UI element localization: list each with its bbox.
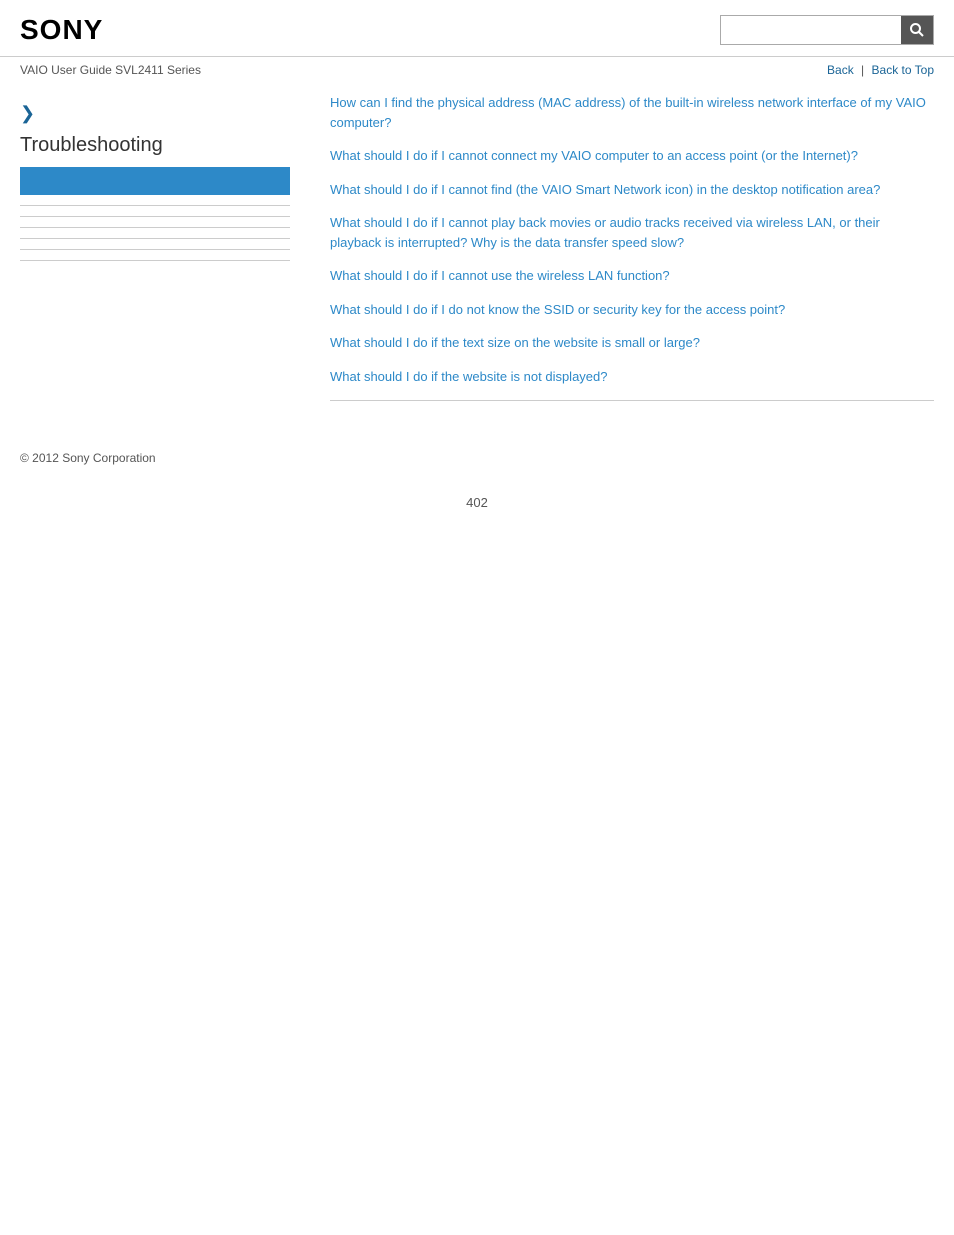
page-header: SONY <box>0 0 954 57</box>
page-number: 402 <box>0 475 954 530</box>
search-box <box>720 15 934 45</box>
nav-links: Back | Back to Top <box>827 63 934 77</box>
main-content: How can I find the physical address (MAC… <box>310 93 934 411</box>
sidebar-divider-5 <box>20 249 290 250</box>
sidebar-title: Troubleshooting <box>20 134 290 157</box>
sidebar-divider-6 <box>20 260 290 261</box>
link-item-2[interactable]: What should I do if I cannot find (the V… <box>330 180 934 200</box>
back-to-top-link[interactable]: Back to Top <box>872 63 934 77</box>
copyright: © 2012 Sony Corporation <box>0 431 954 475</box>
nav-bar: VAIO User Guide SVL2411 Series Back | Ba… <box>0 57 954 83</box>
page-content: ❯ Troubleshooting How can I find the phy… <box>0 83 954 431</box>
link-item-1[interactable]: What should I do if I cannot connect my … <box>330 146 934 166</box>
search-input[interactable] <box>721 16 901 44</box>
sidebar-divider-4 <box>20 238 290 239</box>
link-item-0[interactable]: How can I find the physical address (MAC… <box>330 93 934 132</box>
guide-title: VAIO User Guide SVL2411 Series <box>20 63 201 77</box>
link-item-4[interactable]: What should I do if I cannot use the wir… <box>330 266 934 286</box>
nav-separator: | <box>861 63 864 77</box>
sidebar-divider-1 <box>20 205 290 206</box>
sidebar-divider-2 <box>20 216 290 217</box>
sidebar-divider-3 <box>20 227 290 228</box>
sony-logo: SONY <box>20 14 103 46</box>
content-divider <box>330 400 934 401</box>
link-item-7[interactable]: What should I do if the website is not d… <box>330 367 934 387</box>
link-item-3[interactable]: What should I do if I cannot play back m… <box>330 213 934 252</box>
search-button[interactable] <box>901 16 933 44</box>
sidebar-active-item[interactable] <box>20 167 290 195</box>
link-item-6[interactable]: What should I do if the text size on the… <box>330 333 934 353</box>
sidebar: ❯ Troubleshooting <box>20 93 310 411</box>
link-item-5[interactable]: What should I do if I do not know the SS… <box>330 300 934 320</box>
sidebar-arrow-icon: ❯ <box>20 103 290 124</box>
back-link[interactable]: Back <box>827 63 854 77</box>
search-icon <box>909 22 925 38</box>
